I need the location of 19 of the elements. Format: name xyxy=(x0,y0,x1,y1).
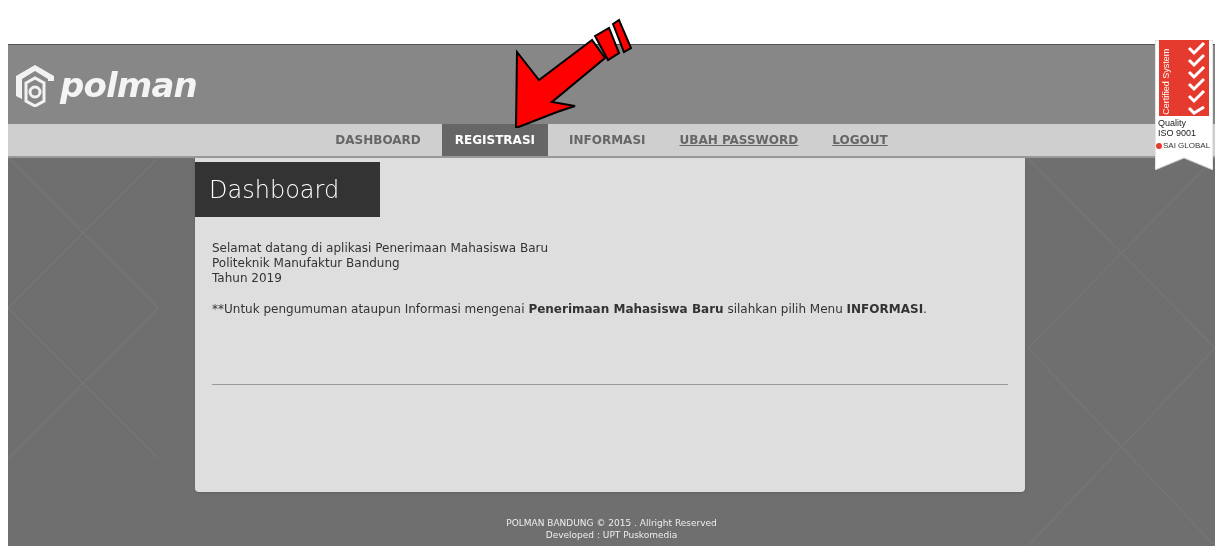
nav-tab[interactable]: UBAH PASSWORD xyxy=(666,124,812,156)
nav-tab[interactable]: INFORMASI xyxy=(556,124,659,156)
page-title: Dashboard xyxy=(195,162,380,217)
nav-tab[interactable]: DASHBOARD xyxy=(322,124,434,156)
badge-vertical-text: Certified System xyxy=(1160,47,1173,115)
dot-icon xyxy=(1156,143,1162,149)
badge-text: Quality xyxy=(1158,118,1187,128)
nav-tab[interactable]: LOGOUT xyxy=(819,124,901,156)
footer-text: Developed : UPT Puskomedia xyxy=(545,529,678,541)
nav-tab[interactable]: REGISTRASI xyxy=(441,124,548,156)
badge-text: ISO 9001 xyxy=(1158,128,1197,138)
welcome-line: Selamat datang di aplikasi Penerimaan Mahasiswa Baru xyxy=(212,241,549,256)
footer-text: POLMAN BANDUNG © 2015 . Allright Reserved xyxy=(506,517,717,529)
info-note: **Untuk pengumuman ataupun Informasi mengenai Penerimaan Mahasiswa Baru silahkan pilih Menu INFORMASI. xyxy=(212,301,927,318)
logo-text: polman xyxy=(60,67,197,102)
logo-icon xyxy=(14,62,56,107)
welcome-line: Tahun 2019 xyxy=(212,271,282,286)
welcome-line: Politeknik Manufaktur Bandung xyxy=(212,256,400,271)
badge-brand: SAI GLOBAL xyxy=(1163,140,1211,152)
